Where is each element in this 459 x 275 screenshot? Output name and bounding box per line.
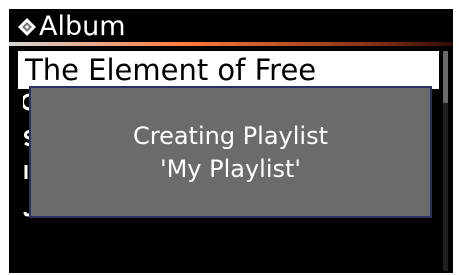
dialog-message: Creating Playlist 'My Playlist': [31, 120, 430, 186]
album-diamond-icon: [17, 17, 37, 37]
list-scrollbar[interactable]: [443, 51, 448, 271]
status-dialog: Creating Playlist 'My Playlist': [29, 86, 432, 218]
list-item-selected[interactable]: The Element of Free: [18, 51, 439, 89]
header-divider: [9, 42, 453, 46]
dialog-line-1: Creating Playlist: [132, 122, 329, 150]
list-item-label: The Element of Free: [25, 53, 317, 87]
dialog-line-2: 'My Playlist': [159, 155, 302, 183]
page-title: Album: [39, 11, 126, 42]
player-screen: Album The Element of Free Creating Playl…: [9, 9, 453, 273]
header-bar: Album: [9, 9, 453, 47]
scrollbar-thumb[interactable]: [443, 51, 448, 103]
